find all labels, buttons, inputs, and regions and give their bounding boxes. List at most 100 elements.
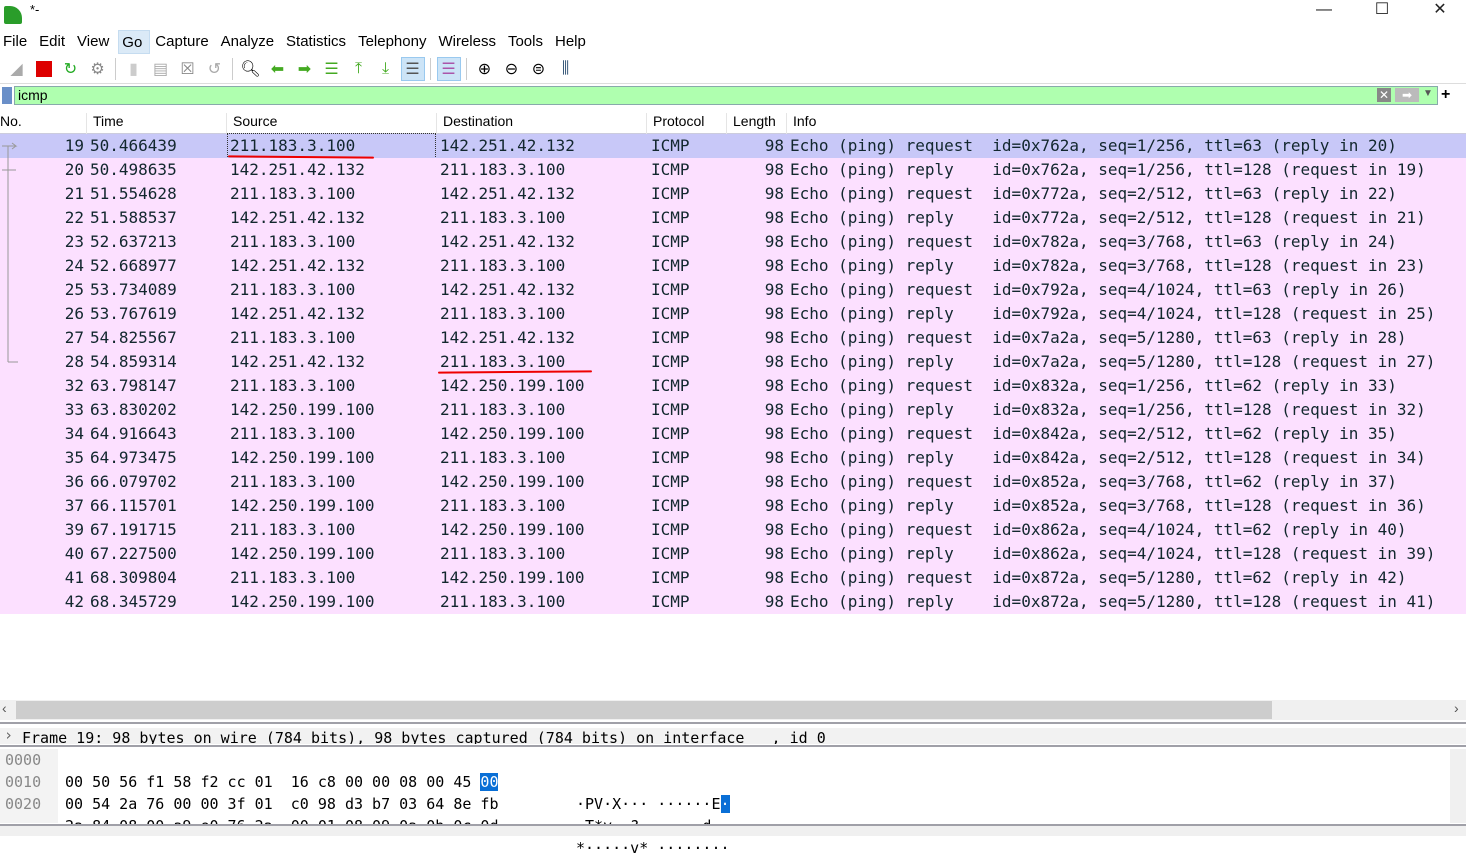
packet-row[interactable]: 40 67.227500 142.250.199.100 211.183.3.100 I…: [0, 542, 1466, 566]
packet-row[interactable]: 41 68.309804 211.183.3.100 142.250.199.100 I…: [0, 566, 1466, 590]
horizontal-scrollbar[interactable]: ‹ ›: [0, 700, 1466, 720]
packet-row[interactable]: 32 63.798147 211.183.3.100 142.250.199.100 I…: [0, 374, 1466, 398]
packet-row[interactable]: 34 64.916643 211.183.3.100 142.250.199.100 I…: [0, 422, 1466, 446]
resize-columns-icon[interactable]: ⫼: [554, 57, 578, 81]
close-file-icon[interactable]: ☒: [176, 57, 200, 81]
packet-row[interactable]: 33 63.830202 142.250.199.100 211.183.3.100 I…: [0, 398, 1466, 422]
save-file-icon[interactable]: ▤: [149, 57, 173, 81]
scroll-left-icon[interactable]: ‹: [2, 700, 7, 716]
packet-protocol: ICMP: [651, 328, 690, 347]
packet-number: 26: [64, 304, 84, 323]
bytes-vertical-scrollbar[interactable]: [1450, 749, 1466, 823]
byte-offset: 0010: [5, 773, 42, 791]
packet-row[interactable]: 19 50.466439 211.183.3.100 142.251.42.132 IC…: [0, 133, 1466, 159]
menu-analyze[interactable]: Analyze: [218, 30, 281, 54]
last-packet-icon[interactable]: ⤓: [374, 57, 398, 81]
packet-row[interactable]: 28 54.859314 142.251.42.132 211.183.3.100 IC…: [0, 350, 1466, 374]
packet-row[interactable]: 24 52.668977 142.251.42.132 211.183.3.100 IC…: [0, 254, 1466, 278]
normal-size-icon[interactable]: ⊜: [527, 57, 551, 81]
packet-time: 64.916643: [90, 424, 177, 443]
packet-row[interactable]: 20 50.498635 142.251.42.132 211.183.3.100 IC…: [0, 158, 1466, 182]
menu-wireless[interactable]: Wireless: [435, 30, 503, 54]
clear-filter-icon[interactable]: ✕: [1377, 88, 1391, 102]
bookmark-icon[interactable]: [2, 87, 12, 104]
go-forward-icon[interactable]: ➡: [293, 57, 317, 81]
packet-row[interactable]: 25 53.734089 211.183.3.100 142.251.42.132 IC…: [0, 278, 1466, 302]
bytes-row: 0020 2a 84 08 00 a9 e0 76 2a 00 01 08 09…: [0, 793, 1466, 857]
scroll-right-icon[interactable]: ›: [1454, 700, 1459, 716]
filter-history-dropdown-icon[interactable]: ▼: [1423, 88, 1433, 99]
packet-time: 66.079702: [90, 472, 177, 491]
packet-source: 142.251.42.132: [230, 208, 365, 227]
autoscroll-icon[interactable]: ☰: [400, 56, 425, 81]
packet-row[interactable]: 35 64.973475 142.250.199.100 211.183.3.100 I…: [0, 446, 1466, 470]
packet-length: 98: [764, 592, 784, 611]
maximize-button[interactable]: ☐: [1353, 0, 1411, 22]
find-packet-icon[interactable]: 🔍︎: [239, 57, 263, 81]
packet-row[interactable]: 26 53.767619 142.251.42.132 211.183.3.100 IC…: [0, 302, 1466, 326]
packet-row[interactable]: 23 52.637213 211.183.3.100 142.251.42.132 IC…: [0, 230, 1466, 254]
menu-telephony[interactable]: Telephony: [355, 30, 433, 54]
capture-options-icon[interactable]: ⚙: [86, 57, 110, 81]
menu-statistics[interactable]: Statistics: [283, 30, 353, 54]
open-file-icon[interactable]: ▮: [122, 57, 146, 81]
colorize-icon[interactable]: ☰: [436, 56, 461, 81]
add-filter-button-icon[interactable]: +: [1441, 86, 1450, 104]
expand-arrow-icon[interactable]: ›: [4, 728, 13, 744]
minimize-button[interactable]: —: [1295, 0, 1353, 22]
zoom-in-icon[interactable]: ⊕: [473, 57, 497, 81]
column-destination[interactable]: Destination: [436, 113, 513, 134]
zoom-out-icon[interactable]: ⊖: [500, 57, 524, 81]
menu-go[interactable]: Go: [118, 30, 151, 54]
packet-protocol: ICMP: [651, 448, 690, 467]
packet-number: 40: [64, 544, 84, 563]
apply-filter-icon[interactable]: ➡: [1395, 88, 1419, 102]
scrollbar-thumb[interactable]: [16, 701, 1272, 719]
first-packet-icon[interactable]: ⤒: [347, 57, 371, 81]
menu-file[interactable]: File: [0, 30, 34, 54]
menu-capture[interactable]: Capture: [152, 30, 215, 54]
packet-number: 33: [64, 400, 84, 419]
stop-capture-icon[interactable]: [32, 57, 56, 81]
menu-edit[interactable]: Edit: [36, 30, 72, 54]
restart-capture-icon[interactable]: ↻: [59, 57, 83, 81]
packet-length: 98: [764, 472, 784, 491]
packet-number: 39: [64, 520, 84, 539]
packet-time: 52.668977: [90, 256, 177, 275]
column-info[interactable]: Info: [786, 113, 816, 134]
close-button[interactable]: ✕: [1411, 0, 1466, 22]
packet-source: 142.251.42.132: [230, 304, 365, 323]
column-no[interactable]: No.: [0, 113, 22, 134]
packet-row[interactable]: 42 68.345729 142.250.199.100 211.183.3.100 I…: [0, 590, 1466, 614]
column-source[interactable]: Source: [226, 113, 277, 134]
packet-row[interactable]: 21 51.554628 211.183.3.100 142.251.42.132 IC…: [0, 182, 1466, 206]
packet-row[interactable]: 36 66.079702 211.183.3.100 142.250.199.100 I…: [0, 470, 1466, 494]
menu-view[interactable]: View: [74, 30, 116, 54]
packet-source: 211.183.3.100: [230, 520, 356, 539]
packet-row[interactable]: 27 54.825567 211.183.3.100 142.251.42.132 IC…: [0, 326, 1466, 350]
packet-info: Echo (ping) reply id=0x852a, seq=3/768, …: [790, 496, 1426, 515]
go-to-packet-icon[interactable]: ☰: [320, 57, 344, 81]
packet-destination: 211.183.3.100: [440, 256, 566, 275]
packet-time: 64.973475: [90, 448, 177, 467]
reload-file-icon[interactable]: ↺: [203, 57, 227, 81]
pane-splitter[interactable]: [0, 745, 1466, 747]
go-back-icon[interactable]: ⬅: [266, 57, 290, 81]
ascii-bytes[interactable]: *·····v* ········: [576, 837, 730, 859]
column-length[interactable]: Length: [726, 113, 776, 134]
packet-length: 98: [764, 232, 784, 251]
packet-row[interactable]: 39 67.191715 211.183.3.100 142.250.199.100 I…: [0, 518, 1466, 542]
packet-row[interactable]: 37 66.115701 142.250.199.100 211.183.3.100 I…: [0, 494, 1466, 518]
start-capture-icon[interactable]: ◢: [5, 57, 29, 81]
display-filter-input[interactable]: icmp: [14, 86, 1438, 105]
menu-tools[interactable]: Tools: [505, 30, 550, 54]
column-time[interactable]: Time: [86, 113, 124, 134]
packet-number: 20: [64, 160, 84, 179]
packet-number: 21: [64, 184, 84, 203]
menu-help[interactable]: Help: [552, 30, 593, 54]
pane-splitter[interactable]: [0, 722, 1466, 724]
column-protocol[interactable]: Protocol: [646, 113, 704, 134]
packet-info: Echo (ping) request id=0x7a2a, seq=5/128…: [790, 328, 1407, 347]
frame-summary[interactable]: Frame 19: 98 bytes on wire (784 bits), 9…: [22, 729, 826, 744]
packet-row[interactable]: 22 51.588537 142.251.42.132 211.183.3.100 IC…: [0, 206, 1466, 230]
